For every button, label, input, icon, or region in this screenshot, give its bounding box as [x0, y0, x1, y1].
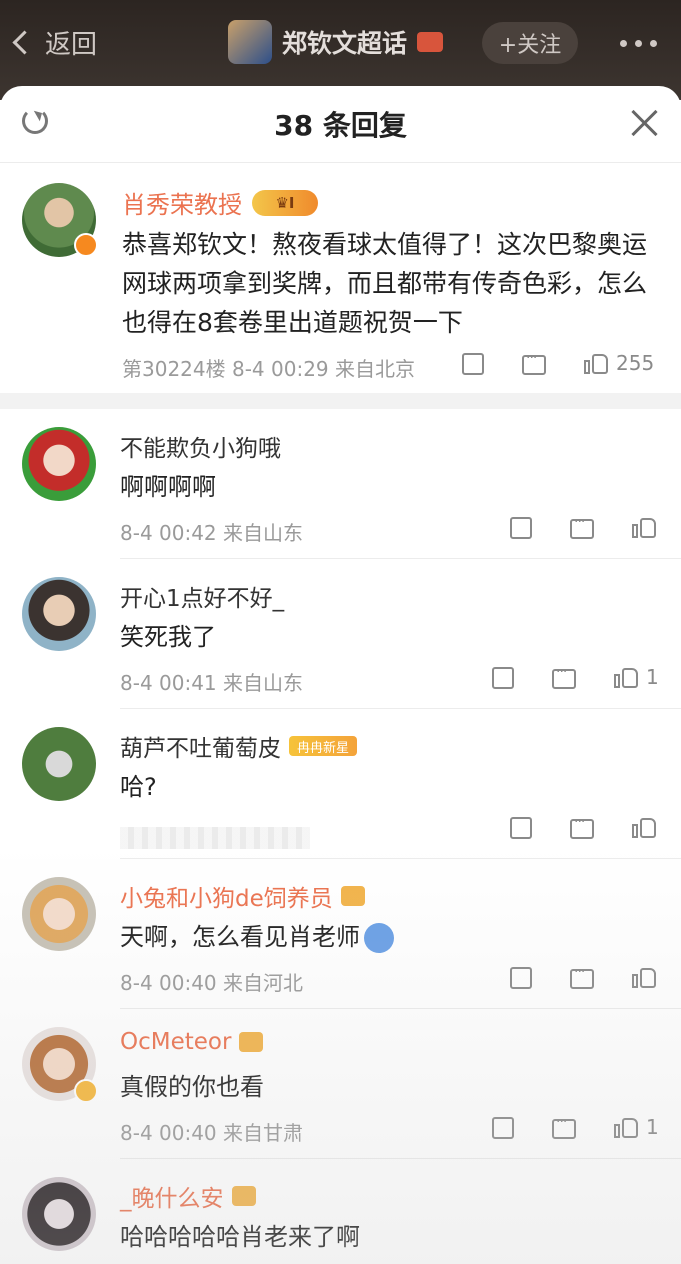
like-icon — [584, 351, 608, 375]
like-count: 1 — [646, 1115, 659, 1139]
like-icon — [614, 665, 638, 689]
reply-text: 啊啊啊啊 — [120, 473, 216, 501]
topic-avatar — [228, 20, 272, 64]
list-item: OcMeteor 真假的你也看 8-4 00:40 来自甘肃 1 — [0, 1009, 681, 1159]
share-icon[interactable] — [510, 517, 532, 539]
like-button[interactable]: 1 — [614, 1115, 659, 1139]
comment-icon[interactable] — [522, 350, 546, 375]
reply-username[interactable]: _晚什么安 — [120, 1179, 224, 1213]
reply-text: 哈? — [120, 773, 157, 801]
list-item: 不能欺负小狗哦 啊啊啊啊 8-4 00:42 来自山东 — [0, 409, 681, 559]
reply-text: 哈哈哈哈哈肖老来了啊 — [120, 1223, 360, 1251]
like-button[interactable]: 255 — [584, 351, 654, 375]
like-icon — [632, 815, 656, 839]
blurred-meta — [120, 827, 310, 849]
reply-meta: 8-4 00:42 来自山东 — [120, 521, 304, 545]
list-item: 葫芦不吐葡萄皮 冉冉新星 哈? — [0, 709, 681, 859]
avatar[interactable] — [22, 877, 96, 951]
like-icon — [614, 1115, 638, 1139]
comment-username[interactable]: 肖秀荣教授 — [122, 185, 242, 220]
back-button[interactable]: 返回 — [12, 24, 98, 61]
reply-username[interactable]: OcMeteor — [120, 1029, 231, 1055]
like-count: 1 — [646, 665, 659, 689]
crown-badge-icon — [239, 1032, 264, 1052]
reply-text: 笑死我了 — [120, 623, 216, 651]
reply-meta: 8-4 00:40 来自河北 — [120, 971, 304, 995]
like-icon — [632, 965, 656, 989]
avatar[interactable] — [22, 1177, 96, 1251]
comment-icon[interactable] — [570, 964, 594, 989]
share-icon[interactable] — [492, 667, 514, 689]
comment-icon[interactable] — [552, 664, 576, 689]
share-icon[interactable] — [492, 1117, 514, 1139]
share-icon[interactable] — [462, 353, 484, 375]
reply-text: 真假的你也看 — [120, 1073, 264, 1101]
comment-icon[interactable] — [570, 814, 594, 839]
reply-text: 天啊，怎么看见肖老师 — [120, 917, 394, 953]
comment-meta: 第30224楼 8-4 00:29 来自北京 — [122, 357, 415, 381]
sheet-header: 38 条回复 — [0, 86, 681, 163]
back-label: 返回 — [45, 30, 98, 60]
comment-icon[interactable] — [552, 1114, 576, 1139]
like-count: 255 — [616, 351, 655, 375]
back-chevron-icon — [12, 30, 37, 55]
reply-username[interactable]: 葫芦不吐葡萄皮 — [120, 729, 281, 763]
topic-title: 郑钦文超话 — [282, 29, 408, 58]
verified-badge-icon — [74, 233, 98, 257]
crown-badge-icon — [340, 886, 365, 906]
like-button[interactable]: 1 — [614, 665, 659, 689]
avatar[interactable] — [22, 577, 96, 651]
topic-header[interactable]: 郑钦文超话 — [228, 20, 444, 64]
like-button[interactable] — [632, 815, 656, 839]
reply-username[interactable]: 不能欺负小狗哦 — [120, 429, 281, 463]
crown-badge-icon — [231, 1186, 256, 1206]
avatar[interactable] — [22, 727, 96, 801]
topic-badge-icon — [417, 32, 444, 52]
avatar[interactable] — [22, 427, 96, 501]
sheet-title: 38 条回复 — [274, 109, 407, 142]
more-icon[interactable] — [620, 40, 657, 47]
level-text: I — [288, 193, 295, 212]
emoji-icon — [364, 923, 394, 953]
rising-star-badge: 冉冉新星 — [289, 736, 358, 756]
comment-icon[interactable] — [570, 514, 594, 539]
comment-text: 恭喜郑钦文！熬夜看球太值得了！这次巴黎奥运网球两项拿到奖牌，而且都带有传奇色彩，… — [122, 230, 648, 337]
top-bar: 返回 郑钦文超话 +关注 — [0, 0, 681, 100]
replies-sheet: 38 条回复 肖秀荣教授 ♛ I 恭喜郑钦文！熬夜看球太值得了！这次巴黎奥运网球… — [0, 86, 681, 1264]
reply-username[interactable]: 开心1点好不好_ — [120, 579, 284, 613]
level-badge: ♛ I — [252, 189, 318, 216]
list-item: _晚什么安 哈哈哈哈哈肖老来了啊 — [0, 1159, 681, 1264]
reply-username[interactable]: 小兔和小狗de饲养员 — [120, 879, 333, 913]
main-comment: 肖秀荣教授 ♛ I 恭喜郑钦文！熬夜看球太值得了！这次巴黎奥运网球两项拿到奖牌，… — [0, 163, 681, 393]
like-button[interactable] — [632, 965, 656, 989]
like-icon — [632, 515, 656, 539]
list-item: 开心1点好不好_ 笑死我了 8-4 00:41 来自山东 1 — [0, 559, 681, 709]
reply-meta: 8-4 00:40 来自甘肃 — [120, 1121, 304, 1145]
share-icon[interactable] — [510, 817, 532, 839]
share-icon[interactable] — [510, 967, 532, 989]
close-icon[interactable] — [630, 108, 660, 138]
verified-badge-icon — [74, 1079, 98, 1103]
follow-button[interactable]: +关注 — [482, 22, 578, 64]
section-divider — [0, 393, 681, 409]
like-button[interactable] — [632, 515, 664, 539]
reply-text-content: 天啊，怎么看见肖老师 — [120, 923, 360, 951]
reply-meta: 8-4 00:41 来自山东 — [120, 671, 304, 695]
list-item: 小兔和小狗de饲养员 天啊，怎么看见肖老师 8-4 00:40 来自河北 — [0, 859, 681, 1009]
